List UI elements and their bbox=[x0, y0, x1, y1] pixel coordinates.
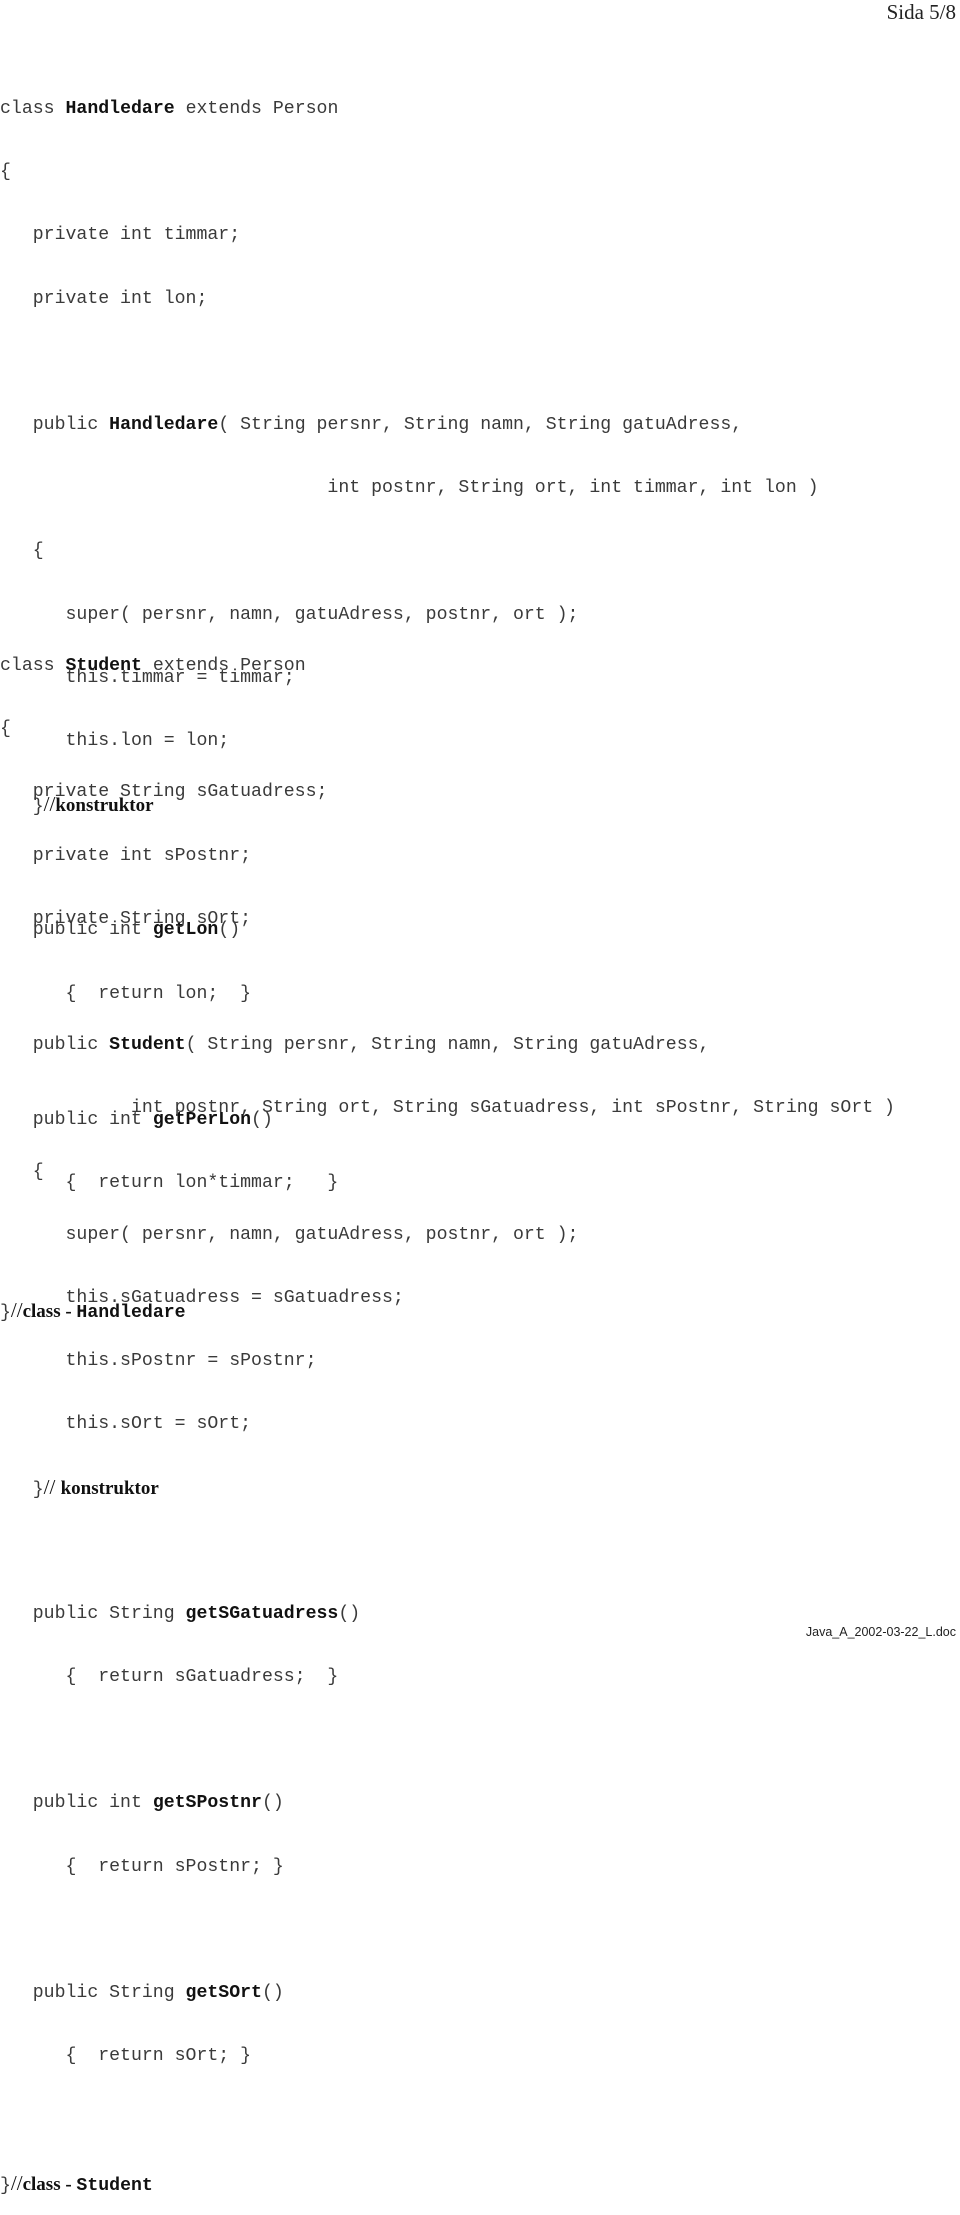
class-name: Student bbox=[65, 656, 142, 676]
code-text: } bbox=[0, 1480, 44, 1501]
code-line: this.sOrt = sOrt; bbox=[0, 1414, 252, 1435]
page-number: Sida 5/8 bbox=[886, 0, 956, 24]
code-line: { return sGatuadress; } bbox=[0, 1667, 339, 1687]
comment-slashes: // bbox=[43, 1475, 61, 1500]
comment-slashes: // bbox=[10, 2170, 23, 2195]
code-text: class bbox=[0, 99, 66, 119]
code-line: { return sOrt; } bbox=[0, 2046, 252, 2067]
code-line: { bbox=[0, 541, 44, 562]
student-class-code: class Student extends Person { private S… bbox=[0, 615, 895, 2215]
code-line: public String getSOrt() bbox=[0, 1982, 895, 2005]
code-line: }// konstruktor bbox=[0, 1475, 895, 1501]
code-text: } bbox=[0, 2175, 11, 2196]
code-text: () bbox=[261, 1982, 284, 2003]
comment-text: konstruktor bbox=[60, 1478, 159, 1500]
code-line: public Student( String persnr, String na… bbox=[0, 1034, 895, 1057]
code-text: public int bbox=[0, 1793, 153, 1814]
code-line: { return sPostnr; } bbox=[0, 1856, 284, 1877]
code-text: public bbox=[0, 414, 110, 435]
code-text: ( String persnr, String namn, String gat… bbox=[218, 414, 743, 435]
code-text: public String bbox=[0, 1603, 186, 1624]
code-line: public int getSPostnr() bbox=[0, 1792, 895, 1815]
comment-class-name: Student bbox=[76, 2175, 153, 2196]
code-line: class Handledare extends Person bbox=[0, 98, 819, 121]
document-filename: Java_A_2002-03-22_L.doc bbox=[805, 1625, 956, 1639]
code-text: public String bbox=[0, 1982, 186, 2003]
code-line: this.sGatuadress = sGatuadress; bbox=[0, 1287, 404, 1308]
code-line: class Student extends Person bbox=[0, 655, 895, 678]
method-name: getSGatuadress bbox=[185, 1603, 339, 1624]
code-line: int postnr, String ort, int timmar, int … bbox=[0, 478, 819, 499]
method-name: getSPostnr bbox=[152, 1793, 262, 1814]
constructor-name: Student bbox=[109, 1035, 186, 1056]
code-line: private int sPostnr; bbox=[0, 845, 252, 866]
code-text: extends Person bbox=[174, 99, 339, 119]
code-line: super( persnr, namn, gatuAdress, postnr,… bbox=[0, 1224, 579, 1245]
constructor-name: Handledare bbox=[109, 414, 219, 435]
code-line: { bbox=[0, 719, 11, 740]
code-line: private int timmar; bbox=[0, 225, 241, 246]
code-text: () bbox=[261, 1793, 284, 1814]
method-name: getSOrt bbox=[185, 1982, 262, 2003]
code-text: () bbox=[338, 1603, 361, 1624]
code-line: private String sOrt; bbox=[0, 908, 252, 929]
code-text: ( String persnr, String namn, String gat… bbox=[185, 1035, 710, 1056]
code-line: { bbox=[0, 1161, 44, 1182]
code-text: public bbox=[0, 1035, 110, 1056]
code-line: private int lon; bbox=[0, 288, 208, 309]
code-text: extends Person bbox=[141, 656, 306, 676]
code-line: { bbox=[0, 162, 11, 183]
code-text: class bbox=[0, 656, 66, 676]
code-line: public Handledare( String persnr, String… bbox=[0, 414, 819, 437]
code-line: private String sGatuadress; bbox=[0, 782, 328, 803]
code-line: }//class - Student bbox=[0, 2170, 895, 2196]
code-line: this.sPostnr = sPostnr; bbox=[0, 1351, 317, 1372]
code-line: int postnr, String ort, String sGatuadre… bbox=[0, 1098, 895, 1119]
comment-text: class - bbox=[22, 2173, 77, 2195]
class-name: Handledare bbox=[65, 99, 175, 119]
code-line: public String getSGatuadress() bbox=[0, 1603, 895, 1626]
